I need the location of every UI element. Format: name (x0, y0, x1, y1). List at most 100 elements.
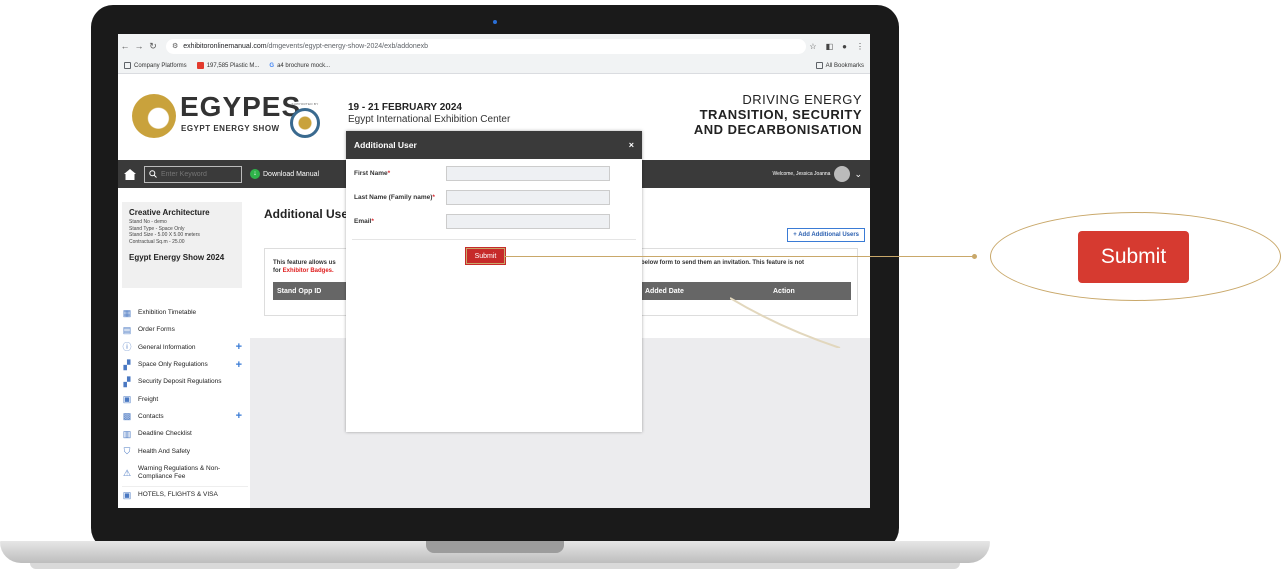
expand-plus-icon[interactable]: + (236, 341, 248, 353)
expand-plus-icon[interactable]: + (236, 359, 248, 371)
info-prefix: for (273, 268, 281, 274)
sidebar-item-contacts[interactable]: ▩ Contacts + (122, 408, 248, 425)
first-name-label-text: First Name (354, 170, 388, 177)
download-manual-button[interactable]: ↓ Download Manual (250, 169, 319, 179)
bookmark-label: Company Platforms (134, 62, 187, 69)
modal-divider (352, 239, 636, 240)
search-box (144, 165, 242, 183)
site-info-icon[interactable]: ⚙ (172, 42, 178, 50)
chevron-down-icon[interactable]: ⌄ (854, 169, 862, 180)
sidebar-item-label: Security Deposit Regulations (138, 378, 222, 386)
bookmark-favicon-icon (196, 62, 204, 69)
bookmark-company-platforms[interactable]: Company Platforms (124, 62, 187, 69)
sidebar-item-label: Health And Safety (138, 447, 191, 455)
avatar (834, 166, 851, 182)
bookmark-label: 197,585 Plastic M... (206, 62, 260, 69)
deposit-icon: ▞ (123, 376, 131, 387)
first-name-input[interactable] (446, 166, 610, 181)
egypes-logo-icon[interactable] (132, 94, 176, 138)
sidebar-item-label: Contacts (138, 412, 164, 420)
camera-dot (493, 20, 497, 24)
reload-icon[interactable]: ↻ (146, 41, 160, 52)
sidebar-item-label: General Information (138, 343, 196, 351)
submit-button[interactable]: Submit (465, 247, 506, 265)
callout-line (504, 256, 974, 257)
sidebar-item-label: Space Only Regulations (138, 361, 208, 369)
tagline-line-2: TRANSITION, SECURITY (699, 107, 862, 122)
sidebar-item-general-information[interactable]: ⓘ General Information + (122, 339, 248, 356)
sidebar-item-freight[interactable]: ▣ Freight (122, 390, 248, 407)
sidebar-item-space-only-regulations[interactable]: ▞ Space Only Regulations + (122, 356, 248, 373)
info-icon: ⓘ (122, 342, 132, 353)
email-label-text: Email (354, 218, 372, 225)
user-menu[interactable]: Welcome, Jessica Joanna ⌄ (772, 166, 870, 182)
bookmark-plastic[interactable]: 197,585 Plastic M... (196, 62, 260, 69)
checklist-icon: ▥ (122, 428, 132, 439)
callout-submit-button[interactable]: Submit (1078, 231, 1189, 283)
logo-title: EGYPES (180, 91, 302, 122)
search-input[interactable] (161, 170, 241, 178)
address-bar[interactable]: ⚙ exhibitoronlinemanual.com/dmgevents/eg… (166, 38, 806, 54)
sidebar-item-label: HOTELS, FLIGHTS & VISA (138, 491, 218, 499)
modal-header: Additional User × (346, 131, 642, 159)
sidebar-item-order-forms[interactable]: ▤ Order Forms (122, 321, 248, 338)
laptop-notch (426, 541, 564, 553)
additional-user-modal: Additional User × First Name* Last Name … (346, 131, 642, 432)
sidebar-menu: ▦ Exhibition Timetable ▤ Order Forms ⓘ Gene… (122, 304, 248, 503)
expand-plus-icon[interactable]: + (236, 410, 248, 422)
logo-subtitle: EGYPT ENERGY SHOW (181, 124, 280, 133)
stage: ← → ↻ ⚙ exhibitoronlinemanual.com/dmgeve… (0, 0, 1282, 575)
sidebar-item-health-and-safety[interactable]: ⛉ Health And Safety (122, 442, 248, 459)
sidebar: Creative Architecture Stand No - demo St… (118, 188, 250, 508)
sidebar-item-deadline-checklist[interactable]: ▥ Deadline Checklist (122, 425, 248, 442)
profile-icon[interactable]: ● (842, 42, 847, 51)
welcome-text: Welcome, Jessica Joanna (772, 171, 831, 177)
sidepanel-icon[interactable]: ◧ (826, 42, 834, 51)
email-input[interactable] (446, 214, 610, 229)
contacts-icon: ▩ (122, 411, 132, 422)
tagline-line-3: AND DECARBONISATION (693, 122, 862, 137)
email-row: Email* (354, 214, 610, 229)
all-bookmarks[interactable]: All Bookmarks (815, 62, 870, 69)
event-venue: Egypt International Exhibition Center (348, 114, 511, 125)
form-icon: ▤ (122, 324, 132, 335)
menu-icon[interactable]: ⋮ (856, 42, 864, 51)
sidebar-item-label: Order Forms (138, 326, 175, 334)
sidebar-item-label: Freight (138, 395, 159, 403)
download-icon: ↓ (250, 169, 260, 179)
laptop-screen: ← → ↻ ⚙ exhibitoronlinemanual.com/dmgeve… (118, 34, 870, 508)
back-icon[interactable]: ← (118, 41, 132, 51)
browser-actions: ☆ ◧ ● ⋮ (809, 42, 870, 51)
calendar-icon: ▦ (122, 307, 132, 318)
required-mark: * (387, 170, 391, 177)
modal-title: Additional User (354, 140, 417, 150)
col-added-date[interactable]: Added Date (645, 288, 684, 295)
close-icon[interactable]: × (629, 140, 642, 150)
sidebar-item-exhibition-timetable[interactable]: ▦ Exhibition Timetable (122, 304, 248, 321)
download-manual-label: Download Manual (263, 170, 320, 178)
forward-icon[interactable]: → (132, 41, 146, 51)
url-path: /dmgevents/egypt-energy-show-2024/exb/ad… (266, 42, 429, 50)
contractual-sqm: Contractual Sq.m - 25.00 (129, 238, 185, 245)
shield-icon: ⛉ (123, 446, 131, 457)
sidebar-item-hotels-flights-visa[interactable]: ▣ HOTELS, FLIGHTS & VISA (122, 485, 248, 503)
sidebar-item-label: Exhibition Timetable (138, 309, 197, 317)
sidebar-item-security-deposit[interactable]: ▞ Security Deposit Regulations (122, 373, 248, 390)
exhibitor-badges-link[interactable]: Exhibitor Badges. (283, 268, 334, 274)
last-name-input[interactable] (446, 190, 610, 205)
first-name-row: First Name* (354, 166, 610, 181)
last-name-row: Last Name (Family name)* (354, 190, 610, 205)
add-additional-users-button[interactable]: + Add Additional Users (787, 228, 865, 242)
ministry-seal-icon (290, 108, 320, 138)
search-icon[interactable] (149, 170, 157, 178)
star-icon[interactable]: ☆ (809, 42, 816, 51)
home-icon[interactable] (124, 168, 136, 180)
bookmark-brochure[interactable]: Ga4 brochure mock... (269, 63, 330, 69)
sidebar-item-warning-regulations[interactable]: ⚠ Warning Regulations & Non-Compliance Fe… (122, 460, 248, 486)
freight-icon: ▣ (122, 394, 132, 405)
decorative-arc-icon (730, 297, 841, 348)
hotel-icon: ▣ (122, 489, 132, 500)
laptop-base-shadow (30, 563, 960, 569)
col-stand-opp-id[interactable]: Stand Opp ID (277, 288, 321, 295)
browser-toolbar: ← → ↻ ⚙ exhibitoronlinemanual.com/dmgeve… (118, 34, 870, 58)
